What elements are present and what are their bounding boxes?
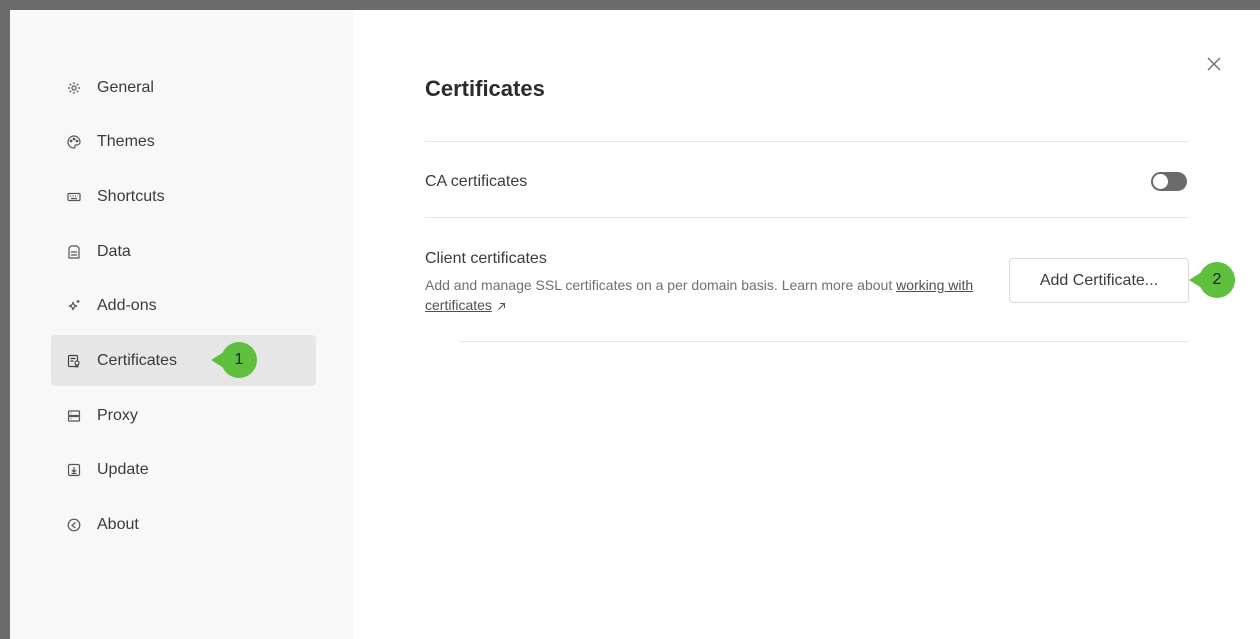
sidebar-item-add-ons[interactable]: Add-ons [51, 281, 316, 332]
keyboard-icon [67, 190, 81, 204]
palette-icon [67, 135, 81, 149]
certificates-panel: Certificates CA certificates Client cert… [353, 10, 1260, 639]
sidebar-item-shortcuts[interactable]: Shortcuts [51, 171, 316, 222]
page-title: Certificates [425, 76, 545, 101]
sidebar-item-label: Certificates [97, 351, 178, 369]
sidebar-item-label: About [97, 516, 139, 533]
sidebar-item-data[interactable]: Data [51, 226, 316, 277]
close-button[interactable] [1204, 54, 1224, 74]
step-1-badge: 1 [221, 342, 257, 379]
external-link-icon [498, 302, 505, 310]
settings-dialog: General Themes Shortcuts Data Add-ons Ce… [10, 10, 1260, 639]
sidebar-item-themes[interactable]: Themes [51, 117, 316, 168]
sidebar-item-label: Data [97, 242, 131, 260]
sidebar-item-about[interactable]: About [51, 500, 316, 551]
server-icon [67, 409, 81, 423]
close-icon [1207, 57, 1221, 71]
sidebar-item-general[interactable]: General [51, 62, 316, 113]
settings-sidebar: General Themes Shortcuts Data Add-ons Ce… [10, 10, 353, 639]
download-icon [67, 463, 81, 477]
sidebar-item-label: General [97, 78, 154, 96]
info-icon [67, 518, 81, 532]
sparkle-icon [67, 299, 81, 313]
ca-certificates-label: CA certificates [425, 173, 528, 190]
sidebar-item-label: Update [97, 461, 149, 479]
divider [425, 217, 1189, 218]
data-icon [67, 244, 81, 259]
sidebar-item-label: Proxy [97, 406, 138, 424]
divider [425, 141, 1189, 142]
ca-certificates-toggle[interactable] [1151, 172, 1187, 191]
step-1-callout: 1 [211, 342, 257, 379]
client-certificates-description: Add and manage SSL certificates on a per… [425, 277, 974, 313]
sidebar-item-label: Themes [97, 133, 155, 151]
divider [459, 341, 1189, 342]
client-certificates-label: Client certificates [425, 250, 547, 267]
sidebar-item-certificates[interactable]: Certificates 1 [51, 335, 316, 387]
sidebar-item-update[interactable]: Update [51, 445, 316, 496]
gear-icon [67, 81, 81, 95]
step-2-badge: 2 [1199, 262, 1235, 298]
sidebar-nav: General Themes Shortcuts Data Add-ons Ce… [51, 62, 316, 554]
certificate-icon [67, 354, 81, 368]
sidebar-item-label: Shortcuts [97, 187, 165, 205]
add-certificate-button[interactable]: Add Certificate... [1009, 258, 1189, 303]
sidebar-item-label: Add-ons [97, 297, 157, 315]
step-2-callout: 2 [1189, 262, 1235, 298]
toggle-knob [1153, 174, 1168, 189]
sidebar-item-proxy[interactable]: Proxy [51, 390, 316, 441]
